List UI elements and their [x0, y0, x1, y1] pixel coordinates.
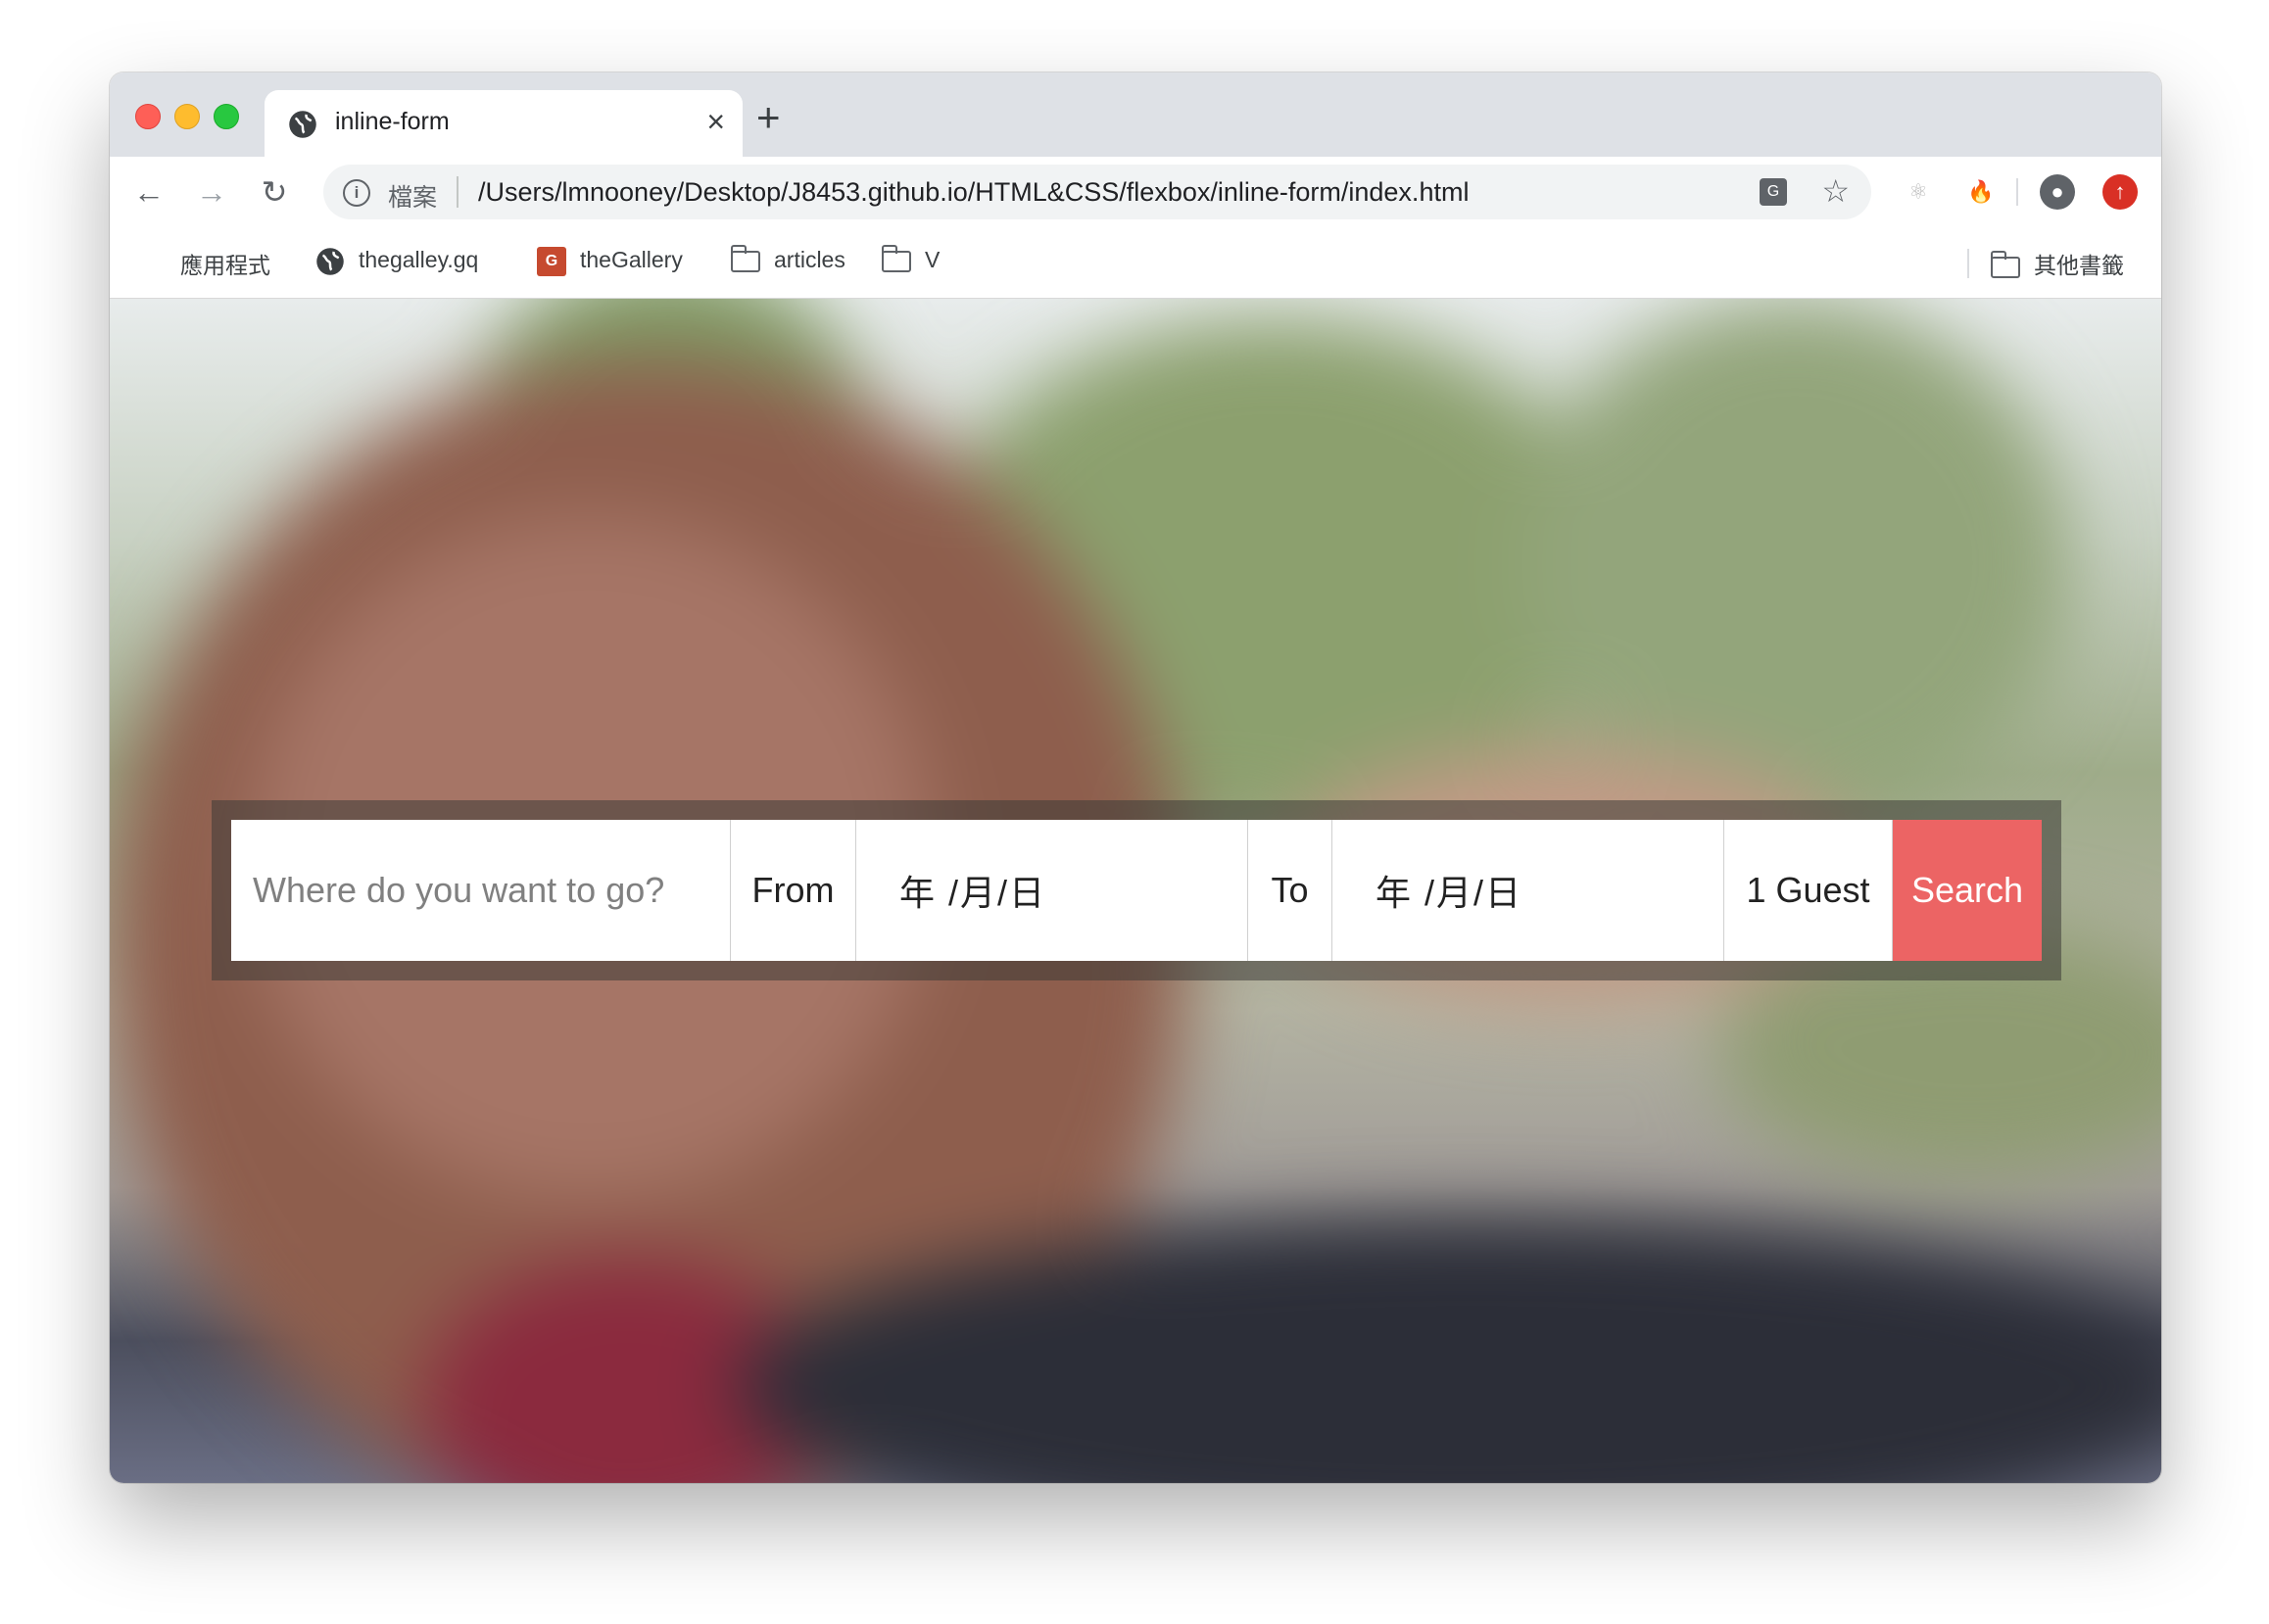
guest-select[interactable]: 1 Guest	[1724, 820, 1893, 961]
fire-icon[interactable]: 🔥	[1963, 174, 1999, 210]
maximize-window-button[interactable]	[214, 104, 239, 129]
profile-icon[interactable]: ●	[2040, 174, 2075, 210]
react-icon[interactable]: ⚛	[1901, 174, 1936, 210]
star-icon[interactable]: ☆	[1821, 172, 1850, 210]
page-background: Where do you want to go? From 年 /月/日 To …	[110, 299, 2161, 1483]
apps-icon	[139, 254, 167, 281]
tab-title: inline-form	[335, 108, 450, 135]
divider	[457, 176, 459, 208]
bookmark-label: theGallery	[580, 247, 683, 273]
bookmark-v[interactable]: V	[882, 244, 941, 273]
info-icon[interactable]: i	[343, 179, 370, 207]
minimize-window-button[interactable]	[174, 104, 200, 129]
close-window-button[interactable]	[135, 104, 161, 129]
from-label: From	[731, 820, 856, 961]
tab-strip: inline-form × +	[110, 72, 2161, 157]
folder-icon	[882, 244, 911, 272]
to-date-input[interactable]: 年 /月/日	[1332, 820, 1724, 961]
bookmark-label: 應用程式	[180, 253, 270, 278]
globe-icon	[289, 111, 316, 138]
bookmark-thegallery[interactable]: GtheGallery	[537, 247, 683, 276]
scheme-label: 檔案	[388, 184, 438, 212]
bookmark-label: V	[925, 247, 941, 272]
gallery-icon: G	[537, 247, 566, 276]
bookmark-label: thegalley.gq	[359, 247, 479, 273]
reload-icon[interactable]: ↻	[255, 172, 294, 212]
globe-icon	[316, 248, 344, 275]
bookmark-other[interactable]: 其他書籤	[1991, 247, 2124, 280]
forward-icon[interactable]: →	[192, 172, 231, 212]
toolbar: ← → ↻ i 檔案 /Users/lmnooney/Desktop/J8453…	[110, 157, 2161, 227]
back-icon[interactable]: ←	[129, 172, 169, 212]
address-bar[interactable]: i 檔案 /Users/lmnooney/Desktop/J8453.githu…	[323, 165, 1871, 219]
bookmark-apps[interactable]: 應用程式	[139, 247, 270, 281]
divider	[2016, 178, 2018, 206]
folder-icon	[1991, 250, 2020, 278]
inline-search-form: Where do you want to go? From 年 /月/日 To …	[231, 820, 2042, 961]
new-tab-button[interactable]: +	[756, 97, 781, 138]
destination-input[interactable]: Where do you want to go?	[231, 820, 731, 961]
bookmark-label: articles	[774, 247, 845, 272]
bookmark-articles[interactable]: articles	[731, 244, 845, 273]
bookmark-thegalley[interactable]: thegalley.gq	[315, 247, 478, 276]
from-date-input[interactable]: 年 /月/日	[856, 820, 1248, 961]
bookmark-label: 其他書籤	[2034, 253, 2124, 278]
divider	[1967, 249, 1969, 278]
bookmarks-bar: 應用程式 thegalley.gq GtheGallery articles V…	[110, 227, 2161, 299]
close-icon[interactable]: ×	[706, 104, 725, 139]
to-label: To	[1248, 820, 1332, 961]
translate-icon[interactable]: G	[1760, 178, 1787, 206]
browser-window: inline-form × + ← → ↻ i 檔案 /Users/lmnoon…	[110, 72, 2161, 1483]
search-form-wrapper: Where do you want to go? From 年 /月/日 To …	[212, 800, 2061, 980]
folder-icon	[731, 244, 760, 272]
search-button[interactable]: Search	[1893, 820, 2042, 961]
url-text[interactable]: /Users/lmnooney/Desktop/J8453.github.io/…	[478, 177, 1469, 208]
update-icon[interactable]: ↑	[2102, 174, 2138, 210]
tab-inline-form[interactable]: inline-form ×	[265, 90, 743, 157]
